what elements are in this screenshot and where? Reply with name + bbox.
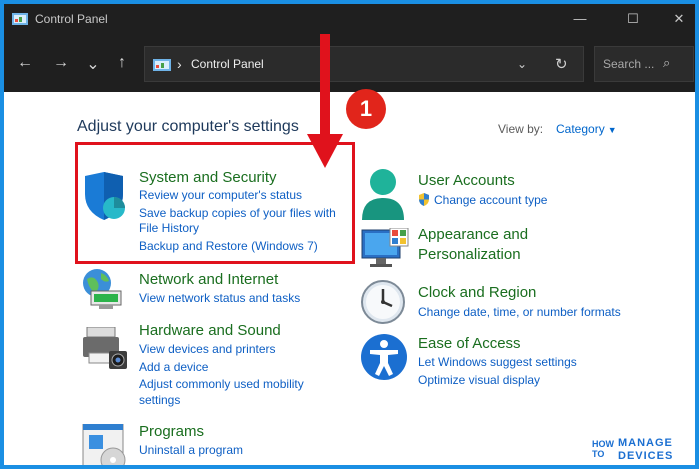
address-dropdown-icon[interactable]: ⌄ [517, 57, 527, 71]
navigation-bar: ← → ⌄ ↑ › Control Panel ⌄ ↻ Search ... ⌕ [4, 34, 695, 92]
back-arrow-icon[interactable]: ← [14, 54, 36, 74]
category-network-and-internet: Network and Internet View network status… [139, 271, 300, 307]
change-account-type-label: Change account type [434, 193, 548, 207]
network-globe-icon [83, 269, 122, 309]
appearance-link-line1[interactable]: Appearance and [418, 226, 528, 243]
ease-of-access-icon [361, 334, 407, 380]
search-box[interactable]: Search ... ⌕ [594, 46, 694, 82]
devices-printers-link[interactable]: View devices and printers [139, 342, 304, 358]
network-status-link[interactable]: View network status and tasks [139, 291, 300, 307]
network-and-internet-link[interactable]: Network and Internet [139, 271, 300, 288]
windows-suggest-settings-link[interactable]: Let Windows suggest settings [418, 355, 577, 371]
add-device-link[interactable]: Add a device [139, 360, 304, 376]
step-number-badge: 1 [346, 89, 386, 129]
category-user-accounts: User Accounts Change account type [418, 172, 547, 209]
category-programs: Programs Uninstall a program [139, 423, 243, 459]
brand-manage: MANAGE [618, 437, 673, 449]
user-accounts-icon [362, 169, 404, 220]
uninstall-program-link[interactable]: Uninstall a program [139, 443, 243, 459]
forward-arrow-icon[interactable]: → [50, 54, 72, 74]
ease-of-access-link[interactable]: Ease of Access [418, 335, 577, 352]
programs-link[interactable]: Programs [139, 423, 243, 440]
refresh-icon[interactable]: ↻ [555, 55, 568, 73]
appearance-monitor-icon [361, 228, 409, 267]
view-by-dropdown[interactable]: Category ▼ [556, 122, 617, 136]
category-appearance-and-personalization: Appearance and Personalization [418, 226, 528, 263]
content-area: Adjust your computer's settings View by:… [4, 92, 695, 465]
control-panel-icon [153, 59, 171, 71]
brand-devices: DEVICES [618, 450, 674, 462]
appearance-link-line2[interactable]: Personalization [418, 246, 528, 263]
address-bar[interactable]: › Control Panel ⌄ ↻ [144, 46, 584, 82]
programs-icon [82, 424, 126, 465]
mobility-settings-link-line1[interactable]: Adjust commonly used mobility [139, 377, 304, 393]
page-heading: Adjust your computer's settings [77, 118, 299, 135]
change-account-type-link[interactable]: Change account type [418, 193, 547, 209]
user-accounts-link[interactable]: User Accounts [418, 172, 547, 189]
brand-how-to: HOW TO [592, 439, 614, 459]
search-icon[interactable]: ⌕ [663, 55, 670, 71]
hardware-and-sound-link[interactable]: Hardware and Sound [139, 322, 304, 339]
close-button[interactable]: ✕ [664, 8, 694, 30]
clock-and-region-link[interactable]: Clock and Region [418, 284, 621, 301]
search-placeholder: Search ... [603, 57, 655, 71]
category-hardware-and-sound: Hardware and Sound View devices and prin… [139, 322, 304, 408]
annotation-arrow-icon [307, 34, 343, 168]
title-bar: Control Panel — ☐ ✕ [4, 4, 695, 34]
optimize-visual-display-link[interactable]: Optimize visual display [418, 373, 577, 389]
control-panel-icon [12, 13, 28, 25]
minimize-button[interactable]: — [565, 8, 595, 30]
maximize-button[interactable]: ☐ [618, 8, 648, 30]
breadcrumb-separator-icon: › [177, 56, 182, 72]
recent-locations-chevron-icon[interactable]: ⌄ [82, 54, 104, 74]
clock-globe-icon [361, 280, 405, 324]
category-ease-of-access: Ease of Access Let Windows suggest setti… [418, 335, 577, 388]
uac-shield-icon [419, 193, 429, 206]
up-arrow-icon[interactable]: ↑ [111, 54, 133, 74]
date-time-formats-link[interactable]: Change date, time, or number formats [418, 305, 621, 321]
printer-camera-icon [83, 327, 127, 369]
view-by-label: View by: [498, 122, 544, 136]
brand-logo: HOW TO MANAGE DEVICES [592, 437, 692, 465]
view-by-value: Category [556, 122, 605, 136]
mobility-settings-link-line2[interactable]: settings [139, 393, 304, 409]
window-title: Control Panel [35, 12, 108, 26]
control-panel-window: Control Panel — ☐ ✕ ← → ⌄ ↑ › Control Pa… [0, 0, 699, 469]
brand-how: HOW [592, 439, 614, 449]
dropdown-caret-icon: ▼ [607, 125, 617, 135]
brand-manage-devices: MANAGE DEVICES [618, 437, 673, 463]
category-clock-and-region: Clock and Region Change date, time, or n… [418, 284, 621, 321]
breadcrumb-control-panel[interactable]: Control Panel [191, 57, 264, 71]
brand-to: TO [592, 449, 605, 459]
